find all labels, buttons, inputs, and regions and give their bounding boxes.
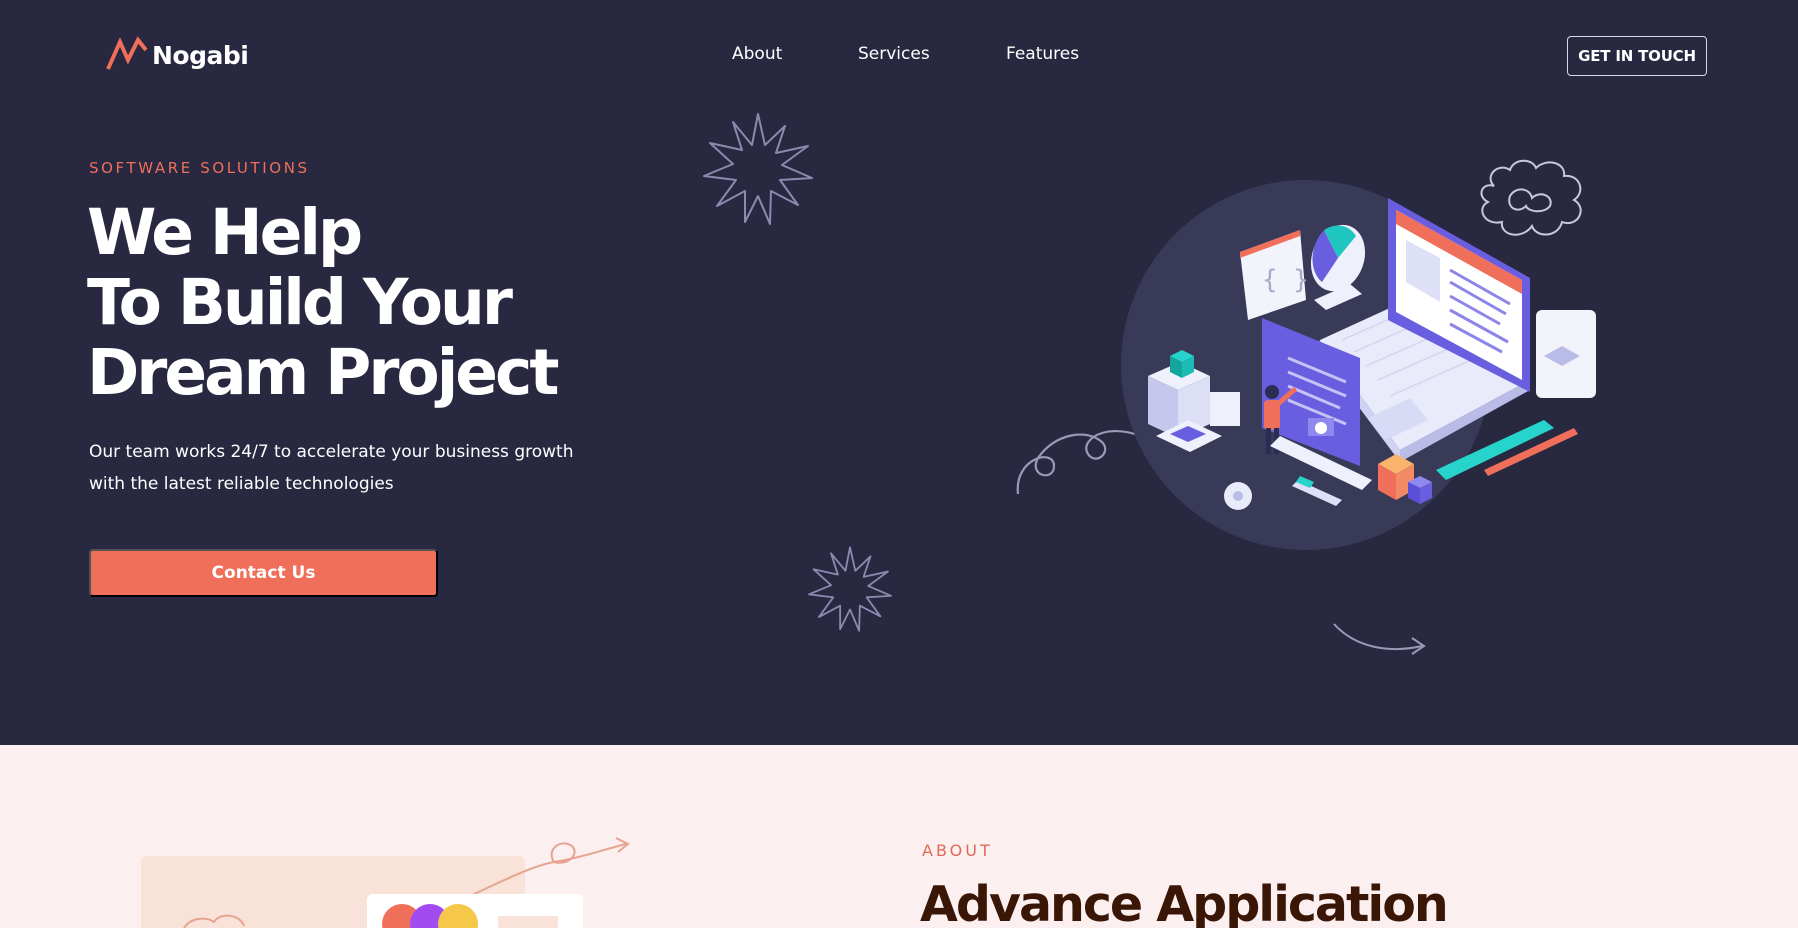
starburst-icon — [703, 113, 813, 225]
nav-services[interactable]: Services — [858, 44, 930, 64]
hero-eyebrow: SOFTWARE SOLUTIONS — [89, 159, 310, 177]
get-in-touch-button[interactable]: GET IN TOUCH — [1567, 36, 1707, 76]
headline-line-1: We Help — [87, 196, 363, 269]
nav-about[interactable]: About — [732, 44, 782, 64]
about-illustration — [141, 837, 630, 928]
hero-section: Nogabi About Services Features GET IN TO… — [0, 0, 1798, 745]
headline-line-3: Dream Project — [87, 336, 559, 409]
about-title: Advance Application — [920, 876, 1449, 928]
hero-headline: We Help To Build Your Dream Project — [87, 196, 559, 409]
about-eyebrow: ABOUT — [922, 841, 993, 860]
arrow-doodle-icon — [1333, 623, 1426, 655]
contact-us-button[interactable]: Contact Us — [89, 549, 438, 597]
headline-line-2: To Build Your — [87, 266, 513, 339]
svg-text:{ }: { } — [1262, 265, 1309, 295]
workspace-illustration: { } — [1121, 180, 1596, 550]
nav-features[interactable]: Features — [1006, 44, 1079, 64]
starburst-small-icon — [808, 546, 892, 632]
main-nav: About Services Features — [0, 44, 1798, 68]
hero-subtext: Our team works 24/7 to accelerate your b… — [89, 442, 574, 494]
